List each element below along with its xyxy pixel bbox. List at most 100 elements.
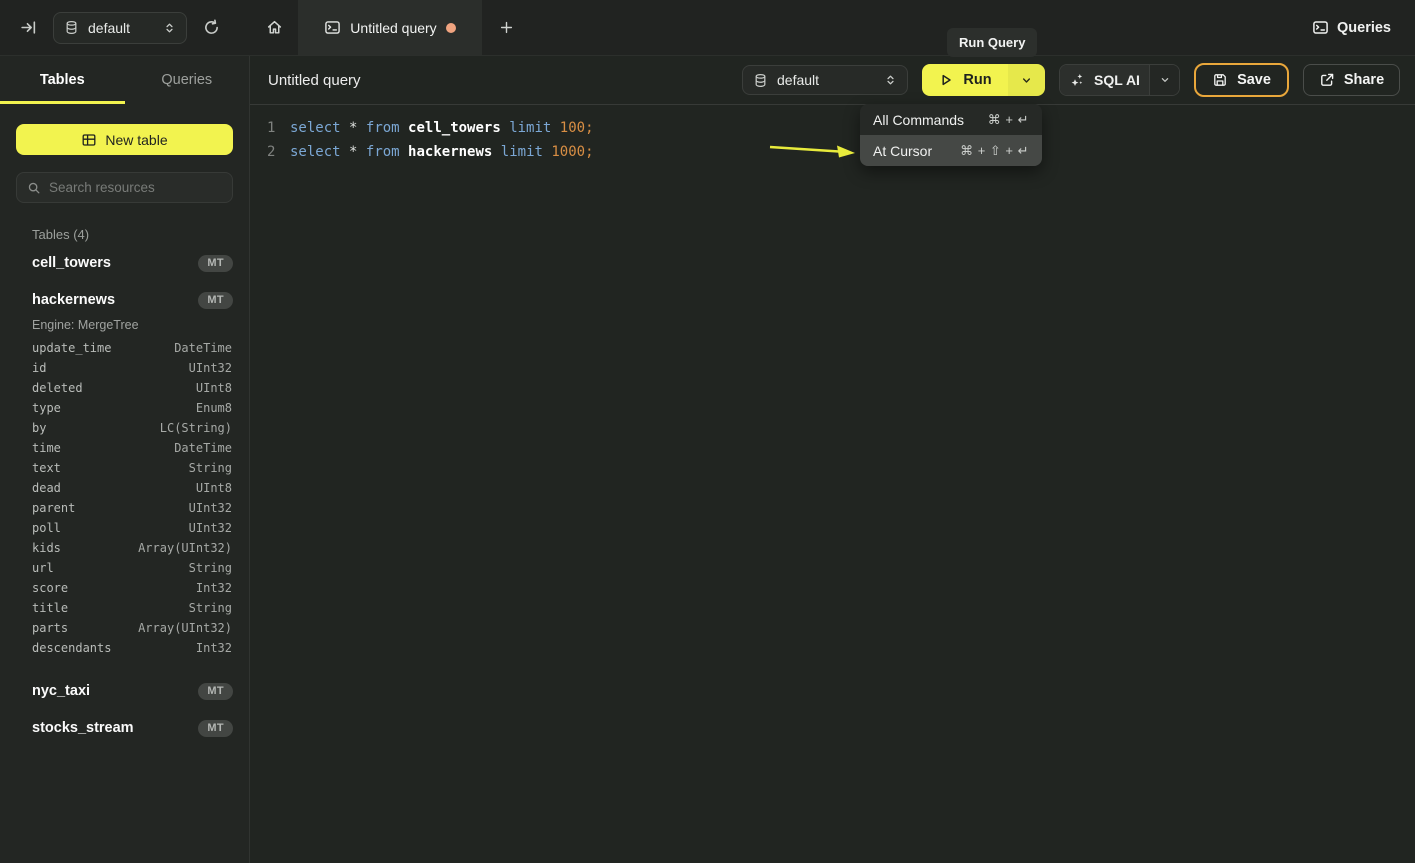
run-menu-item[interactable]: At Cursor ⌘ + ⇧ + ↵ [860, 135, 1042, 166]
column-name: text [32, 461, 189, 475]
queries-button[interactable]: Queries [1288, 0, 1415, 55]
column-name: type [32, 401, 196, 415]
column-type: UInt8 [196, 481, 232, 495]
queries-button-label: Queries [1337, 20, 1391, 36]
table-row-hackernews[interactable]: hackernews MT [0, 284, 249, 316]
column-row[interactable]: idUInt32 [0, 358, 249, 378]
new-tab-button[interactable] [482, 0, 531, 55]
sidebar-tabs: Tables Queries [0, 56, 249, 104]
column-type: String [189, 461, 232, 475]
new-table-button[interactable]: New table [16, 124, 233, 155]
column-row[interactable]: deadUInt8 [0, 478, 249, 498]
sql-ai-options-button[interactable] [1149, 65, 1179, 95]
line-number: 1 [267, 120, 281, 136]
database-selector[interactable]: default [53, 12, 187, 44]
table-row-stocks-stream[interactable]: stocks_stream MT [0, 712, 249, 744]
column-row[interactable]: urlString [0, 558, 249, 578]
menu-item-label: At Cursor [873, 143, 932, 159]
toolbar-database-selector[interactable]: default [742, 65, 908, 95]
column-row[interactable]: kidsArray(UInt32) [0, 538, 249, 558]
column-type: String [189, 561, 232, 575]
column-row[interactable]: update_timeDateTime [0, 338, 249, 358]
menu-item-shortcut: ⌘ + ↵ [988, 112, 1029, 128]
column-row[interactable]: typeEnum8 [0, 398, 249, 418]
column-name: time [32, 441, 174, 455]
column-row[interactable]: partsArray(UInt32) [0, 618, 249, 638]
table-row-nyc-taxi[interactable]: nyc_taxi MT [0, 675, 249, 707]
table-name: stocks_stream [32, 720, 198, 736]
column-type: UInt32 [189, 501, 232, 515]
search-input[interactable] [49, 180, 226, 195]
editor-line[interactable]: 2 select * from hackernews limit 1000; [250, 140, 1415, 164]
tab-queries[interactable]: Queries [125, 56, 250, 104]
column-row[interactable]: pollUInt32 [0, 518, 249, 538]
main-area: Untitled query default Run [250, 56, 1415, 863]
run-query-tooltip: Run Query [947, 28, 1037, 57]
run-menu-item[interactable]: All Commands⌘ + ↵ [860, 104, 1042, 135]
column-name: score [32, 581, 196, 595]
database-icon [753, 73, 768, 88]
collapse-sidebar-icon[interactable] [20, 19, 37, 36]
table-name: cell_towers [32, 255, 198, 271]
column-name: kids [32, 541, 138, 555]
editor-line[interactable]: 1select * from cell_towers limit 100; [250, 116, 1415, 140]
column-type: Int32 [196, 581, 232, 595]
column-type: LC(String) [160, 421, 232, 435]
home-button[interactable] [250, 0, 298, 55]
search-icon [27, 181, 41, 195]
column-type: UInt32 [189, 521, 232, 535]
column-type: String [189, 601, 232, 615]
column-name: url [32, 561, 189, 575]
share-button-label: Share [1344, 72, 1384, 88]
column-name: descendants [32, 641, 196, 655]
tab-untitled-query[interactable]: Untitled query [298, 0, 482, 55]
run-button[interactable]: Run [922, 64, 1008, 96]
home-icon [266, 19, 283, 36]
column-type: DateTime [174, 441, 232, 455]
column-row[interactable]: parentUInt32 [0, 498, 249, 518]
sql-ai-label: SQL AI [1094, 72, 1140, 88]
spacer [0, 658, 249, 670]
refresh-icon[interactable] [203, 19, 220, 36]
tab-tables[interactable]: Tables [0, 56, 125, 104]
save-button-label: Save [1237, 72, 1271, 88]
line-number: 2 [267, 144, 281, 160]
tables-section-title: Tables (4) [32, 227, 249, 242]
engine-badge: MT [198, 683, 233, 700]
table-name: nyc_taxi [32, 683, 198, 699]
table-name: hackernews [32, 292, 198, 308]
query-toolbar: Untitled query default Run [250, 56, 1415, 105]
table-row-cell-towers[interactable]: cell_towers MT [0, 247, 249, 279]
sidebar: Tables Queries New table Tables (4) cell… [0, 56, 250, 863]
sql-console-window: default Untitled query [0, 0, 1415, 863]
sql-editor[interactable]: 1select * from cell_towers limit 100; 2 se… [250, 105, 1415, 164]
engine-badge: MT [198, 292, 233, 309]
save-icon [1212, 72, 1228, 88]
table-icon [81, 132, 97, 148]
top-bar-spacer [531, 0, 1288, 55]
run-options-menu: All Commands⌘ + ↵ At Cursor ⌘ + ⇧ + ↵ [860, 104, 1042, 166]
run-options-button[interactable] [1008, 64, 1045, 96]
sql-ai-split-button: SQL AI [1059, 64, 1180, 96]
unsaved-changes-dot [446, 23, 456, 33]
sql-ai-button[interactable]: SQL AI [1060, 65, 1149, 95]
column-row[interactable]: timeDateTime [0, 438, 249, 458]
column-row[interactable]: scoreInt32 [0, 578, 249, 598]
menu-item-shortcut: ⌘ + ⇧ + ↵ [960, 143, 1029, 159]
column-row[interactable]: byLC(String) [0, 418, 249, 438]
column-row[interactable]: textString [0, 458, 249, 478]
engine-badge: MT [198, 255, 233, 272]
chevron-down-icon [1020, 74, 1033, 87]
save-button[interactable]: Save [1194, 63, 1289, 97]
database-icon [64, 20, 79, 35]
column-row[interactable]: descendantsInt32 [0, 638, 249, 658]
plus-icon [499, 20, 514, 35]
column-row[interactable]: deletedUInt8 [0, 378, 249, 398]
code-text: select * from hackernews limit 1000; [290, 144, 594, 160]
column-type: Enum8 [196, 401, 232, 415]
column-type: DateTime [174, 341, 232, 355]
column-row[interactable]: titleString [0, 598, 249, 618]
share-button[interactable]: Share [1303, 64, 1400, 96]
sparkles-icon [1069, 72, 1085, 88]
top-bar: default Untitled query [0, 0, 1415, 56]
